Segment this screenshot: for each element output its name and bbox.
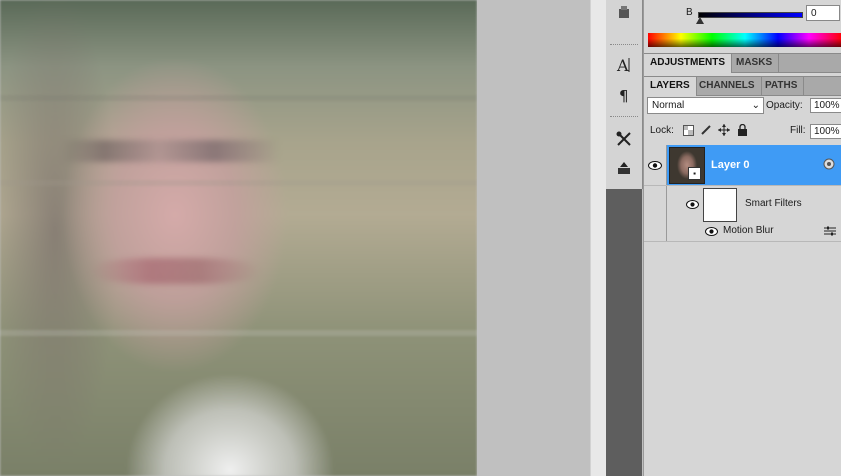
tab-adjustments[interactable]: ADJUSTMENTS: [644, 54, 733, 73]
layer-row-selected[interactable]: ▪ Layer 0: [644, 145, 841, 185]
motion-blur-label: Motion Blur: [723, 225, 774, 236]
blue-channel-label: B: [686, 7, 693, 18]
lock-move-icon[interactable]: [718, 124, 730, 136]
blurred-eyes: [60, 140, 280, 162]
fill-label: Fill:: [790, 125, 806, 136]
grip-divider: [610, 116, 638, 119]
stamp-icon[interactable]: [613, 158, 635, 180]
blue-channel-value[interactable]: 0: [806, 5, 840, 21]
fill-field[interactable]: 100%: [810, 124, 841, 139]
adjustments-tabbar: ADJUSTMENTS MASKS: [644, 53, 841, 73]
blend-mode-value: Normal: [652, 100, 685, 111]
lock-all-icon[interactable]: [736, 124, 748, 136]
character-icon[interactable]: A: [613, 54, 635, 76]
blurred-mouth: [90, 258, 260, 284]
lock-label: Lock:: [650, 125, 674, 136]
layer-name[interactable]: Layer 0: [711, 159, 750, 171]
tab-layers[interactable]: LAYERS: [644, 77, 697, 96]
paragraph-icon[interactable]: ¶: [613, 84, 635, 106]
smart-object-icon: ▪: [688, 167, 701, 180]
eye-icon[interactable]: [705, 227, 718, 236]
panels-column: B 0 ADJUSTMENTS MASKS LAYERS CHANNELS PA…: [643, 0, 841, 476]
opacity-label: Opacity:: [766, 100, 803, 111]
motion-blur-row[interactable]: Motion Blur: [644, 222, 841, 242]
vertical-scrollbar[interactable]: [590, 0, 607, 476]
layers-tabbar: LAYERS CHANNELS PATHS: [644, 76, 841, 96]
chevron-down-icon: ⌄: [751, 100, 760, 111]
tools-icon[interactable]: [613, 128, 635, 150]
spacer: [644, 222, 667, 241]
smart-object-badge-icon: [823, 158, 835, 170]
svg-text:¶: ¶: [619, 87, 629, 104]
lock-transparency-icon[interactable]: [682, 124, 694, 136]
tab-paths[interactable]: PATHS: [759, 77, 805, 95]
panel-dock-icons: A ¶: [606, 0, 643, 476]
tab-channels[interactable]: CHANNELS: [693, 77, 762, 95]
spacer: [644, 186, 667, 223]
blend-mode-select[interactable]: Normal ⌄: [647, 97, 764, 114]
filter-settings-icon[interactable]: [824, 226, 836, 236]
color-spectrum-ramp[interactable]: [648, 33, 841, 47]
lock-brush-icon[interactable]: [700, 124, 712, 136]
tab-masks[interactable]: MASKS: [730, 54, 780, 72]
filter-mask-thumbnail[interactable]: [703, 188, 737, 222]
blue-channel-slider[interactable]: [698, 12, 803, 18]
canvas-pasteboard: [477, 0, 590, 476]
document-canvas[interactable]: [0, 0, 477, 476]
smart-filters-row[interactable]: Smart Filters: [644, 185, 841, 223]
history-icon[interactable]: [613, 2, 635, 24]
svg-text:A: A: [616, 56, 629, 74]
eye-icon: [648, 160, 662, 170]
eye-icon[interactable]: [686, 200, 699, 209]
visibility-toggle[interactable]: [644, 145, 667, 185]
opacity-field[interactable]: 100%: [810, 98, 841, 113]
smart-filters-label: Smart Filters: [745, 198, 802, 209]
grip-divider: [610, 44, 638, 47]
slider-thumb[interactable]: [696, 17, 704, 24]
